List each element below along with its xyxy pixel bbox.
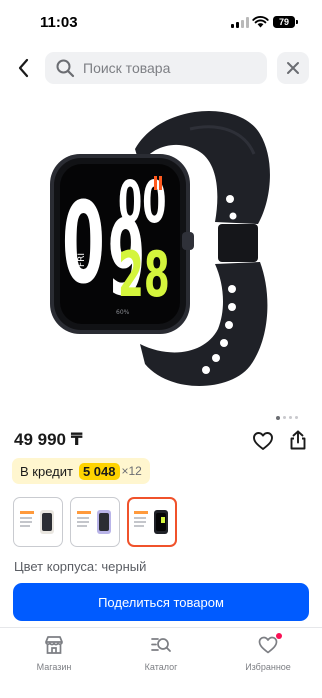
watch-hour-1: 0 [62,179,105,309]
carousel-dot[interactable] [295,416,298,419]
watch-thumbnail-white-icon [20,510,54,534]
credit-term: ×12 [121,464,142,478]
tab-favorites-label: Избранное [245,662,291,672]
close-button[interactable] [277,52,309,84]
back-button[interactable] [12,56,36,80]
tab-catalog-label: Каталог [144,662,178,672]
share-icon[interactable] [287,429,309,451]
close-icon [287,62,299,74]
image-carousel-dots[interactable] [276,415,298,420]
watch-battery: 60% [116,309,130,316]
case-color-label: Цвет корпуса: черный [14,559,147,574]
favorites-icon-wrap [257,633,282,656]
favorite-heart-icon[interactable] [252,430,274,452]
tab-favorites[interactable]: Избранное [228,633,308,672]
tab-shop[interactable]: Магазин [14,634,94,672]
notification-dot [276,633,282,639]
battery-icon: 79 [273,16,298,28]
product-price: 49 990 ₸ [14,430,83,449]
search-icon [56,59,75,78]
carousel-dot[interactable] [276,415,280,420]
credit-amount-badge: 5 048 [78,462,120,480]
tab-shop-label: Магазин [36,662,72,672]
search-input[interactable] [83,60,253,76]
catalog-search-icon [151,638,171,652]
cellular-signal-icon [231,17,249,28]
bottom-tab-bar: Магазин Каталог Избранное [0,627,322,698]
variant-white[interactable] [13,497,63,547]
status-time: 11:03 [40,14,78,31]
chevron-left-icon [18,58,29,78]
shop-icon [45,636,63,654]
variant-lavender[interactable] [70,497,120,547]
watch-day: FRI [77,253,87,267]
variant-selector [13,497,177,547]
search-box[interactable] [45,52,267,84]
share-product-button[interactable]: Поделиться товаром [13,583,309,621]
status-bar: 11:03 79 [0,0,322,44]
credit-label: В кредит [20,463,73,479]
carousel-dot[interactable] [283,416,286,419]
tab-catalog[interactable]: Каталог [121,634,201,672]
watch-thumbnail-lavender-icon [77,510,111,534]
watch-thumbnail-black-icon [134,510,168,534]
variant-black[interactable] [127,497,177,547]
carousel-dot[interactable] [289,416,292,419]
credit-offer[interactable]: В кредит 5 048 ×12 [12,458,150,484]
wifi-icon [252,16,269,28]
watch-minute-2: 28 [118,240,170,312]
smartwatch-image[interactable]: 0 9 00 28 FRI 60% [40,104,280,389]
